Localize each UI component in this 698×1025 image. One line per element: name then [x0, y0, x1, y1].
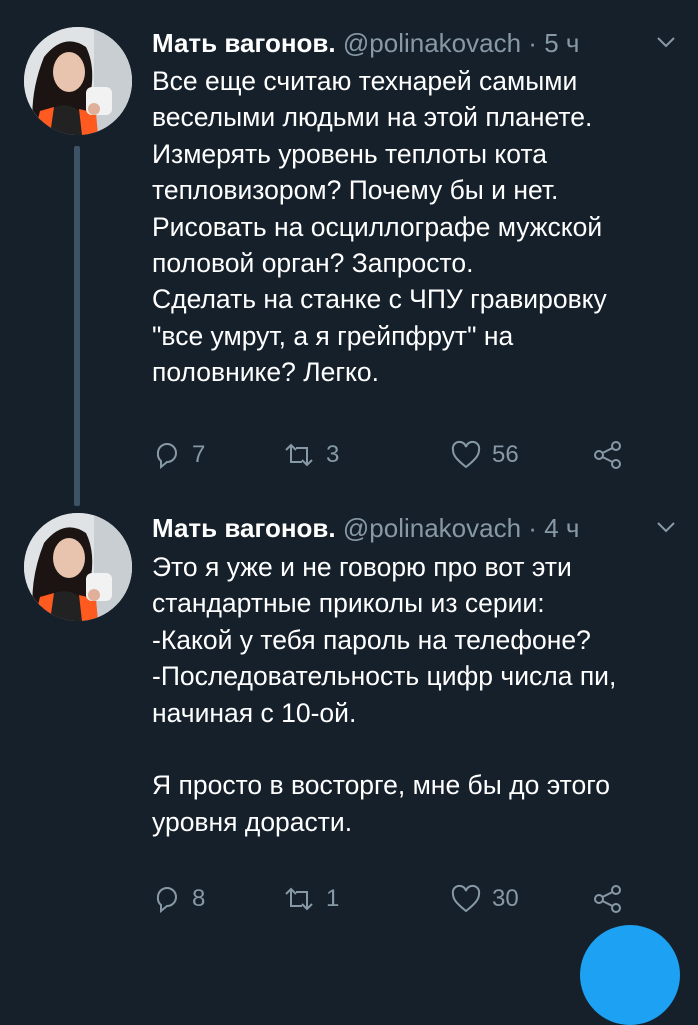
- tweet-text: Это я уже и не говорю про вот эти станда…: [152, 552, 617, 837]
- share-button[interactable]: [592, 879, 624, 919]
- reply-count: 7: [192, 441, 206, 468]
- chevron-down-icon[interactable]: [654, 515, 678, 539]
- like-button[interactable]: 56: [450, 435, 519, 475]
- chevron-down-icon[interactable]: [654, 30, 678, 54]
- tweet-actions: 7 3 56: [152, 435, 652, 475]
- reply-button[interactable]: 8: [152, 879, 205, 919]
- reply-icon: [156, 443, 177, 470]
- avatar[interactable]: [24, 27, 132, 135]
- tweet-actions: 8 1 30: [152, 879, 652, 919]
- reply-icon: [156, 887, 177, 914]
- tweet-header: Мать вагонов. @polinakovach · 4 ч: [152, 513, 678, 544]
- retweet-icon: [285, 887, 313, 911]
- like-count: 30: [492, 885, 519, 912]
- separator-dot: ·: [528, 513, 537, 543]
- share-icon: [594, 885, 621, 913]
- like-button[interactable]: 30: [450, 879, 519, 919]
- author-handle[interactable]: @polinakovach: [343, 513, 521, 543]
- compose-button[interactable]: [580, 925, 680, 1025]
- author-handle[interactable]: @polinakovach: [343, 28, 521, 58]
- like-icon: [451, 884, 481, 913]
- avatar[interactable]: [24, 513, 132, 621]
- share-icon: [594, 441, 621, 469]
- retweet-icon: [285, 443, 313, 467]
- tweet-text: Все еще считаю технарей самыми веселыми …: [152, 66, 607, 388]
- tweet[interactable]: Мать вагонов. @polinakovach · 5 ч Все ещ…: [0, 0, 698, 506]
- like-count: 56: [492, 441, 519, 468]
- retweet-button[interactable]: 3: [282, 435, 339, 475]
- like-icon: [451, 440, 481, 469]
- retweet-count: 1: [326, 885, 340, 912]
- avatar-photo: [24, 513, 132, 621]
- thread-line: [74, 146, 80, 506]
- author-name[interactable]: Мать вагонов.: [152, 28, 336, 58]
- reply-button[interactable]: 7: [152, 435, 205, 475]
- retweet-count: 3: [326, 441, 340, 468]
- avatar-photo: [24, 27, 132, 135]
- retweet-button[interactable]: 1: [282, 879, 339, 919]
- timestamp[interactable]: 4 ч: [544, 513, 579, 543]
- separator-dot: ·: [528, 28, 537, 58]
- tweet-header: Мать вагонов. @polinakovach · 5 ч: [152, 28, 678, 59]
- share-button[interactable]: [592, 435, 624, 475]
- tweet[interactable]: Мать вагонов. @polinakovach · 4 ч Это я …: [0, 497, 698, 953]
- timestamp[interactable]: 5 ч: [544, 28, 579, 58]
- reply-count: 8: [192, 885, 206, 912]
- author-name[interactable]: Мать вагонов.: [152, 513, 336, 543]
